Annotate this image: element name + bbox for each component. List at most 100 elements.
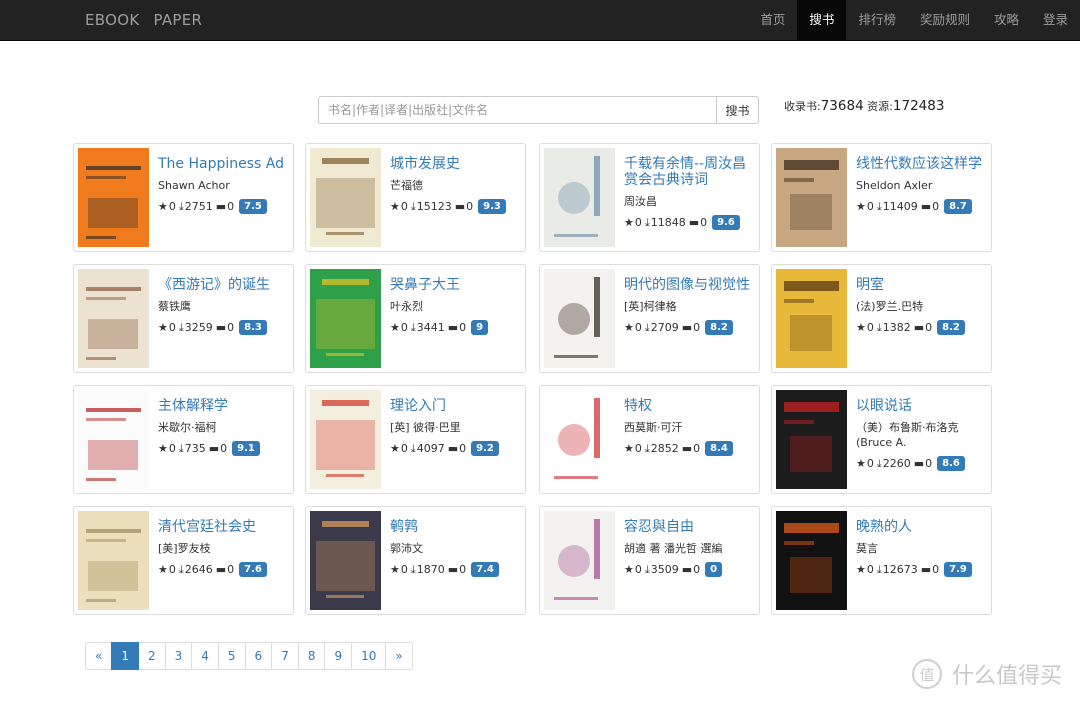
book-card: 千载有余情--周汝昌赏会古典诗词 周汝昌 ★ 0 ⤓ 11848 ▬ 0 9.6 <box>539 143 760 252</box>
page-8[interactable]: 8 <box>297 642 326 670</box>
books-count: 73684 <box>820 98 864 114</box>
page-2[interactable]: 2 <box>137 642 166 670</box>
book-meta: ★ 0 ⤓ 3509 ▬ 0 0 <box>624 562 756 577</box>
book-cover[interactable] <box>776 148 847 247</box>
star-count: 0 <box>634 321 642 334</box>
page-7[interactable]: 7 <box>271 642 299 670</box>
score-badge: 8.4 <box>705 441 733 456</box>
book-cover[interactable] <box>544 148 615 247</box>
book-title-link[interactable]: 城市发展史 <box>390 156 522 172</box>
book-title-link[interactable]: 晚熟的人 <box>856 519 988 535</box>
book-title-link[interactable]: The Happiness Ad <box>158 156 290 172</box>
page-next-button[interactable]: » <box>385 642 413 670</box>
book-meta: ★ 0 ⤓ 3441 ▬ 0 9 <box>390 320 522 335</box>
download-count: 3509 <box>650 563 679 576</box>
watermark-text: 什么值得买 <box>952 664 1063 689</box>
download-icon: ⤓ <box>178 199 184 213</box>
book-author: 胡適 著 潘光哲 選編 <box>624 542 723 555</box>
page-6[interactable]: 6 <box>244 642 273 670</box>
book-cover[interactable] <box>544 390 615 489</box>
download-count: 2260 <box>882 457 911 470</box>
book-title-link[interactable]: 《西游记》的诞生 <box>158 277 290 293</box>
book-cover[interactable] <box>544 269 615 368</box>
book-cover[interactable] <box>310 269 381 368</box>
site-brand[interactable]: EBOOK PAPER <box>85 11 216 29</box>
resources-count: 172483 <box>892 98 945 114</box>
book-info: 明代的图像与视觉性 [英]柯律格 ★ 0 ⤓ 2709 ▬ 0 8.2 <box>624 277 756 335</box>
book-card: 哭鼻子大王 叶永烈 ★ 0 ⤓ 3441 ▬ 0 9 <box>305 264 526 373</box>
book-card: 晚熟的人 莫言 ★ 0 ⤓ 12673 ▬ 0 7.9 <box>771 506 992 615</box>
book-card: 理论入门 [英] 彼得·巴里 ★ 0 ⤓ 4097 ▬ 0 9.2 <box>305 385 526 494</box>
book-cover[interactable] <box>310 390 381 489</box>
book-title-link[interactable]: 线性代数应该这样学 <box>856 156 988 172</box>
nav-item-5[interactable]: 攻略 <box>982 0 1031 41</box>
page-prev-button[interactable]: « <box>85 642 113 670</box>
book-info: 晚熟的人 莫言 ★ 0 ⤓ 12673 ▬ 0 7.9 <box>856 519 988 577</box>
pagination: «1 2 3 4 5 6 7 8 9 10» <box>85 642 413 670</box>
book-title-link[interactable]: 清代宫廷社会史 <box>158 519 290 535</box>
comment-icon: ▬ <box>447 321 459 334</box>
page-3[interactable]: 3 <box>164 642 193 670</box>
nav-item-4[interactable]: 奖励规则 <box>908 0 982 41</box>
book-cover[interactable] <box>78 148 149 247</box>
book-title-link[interactable]: 理论入门 <box>390 398 522 414</box>
search-button[interactable]: 搜书 <box>716 96 759 124</box>
download-count: 15123 <box>416 200 452 213</box>
search-input[interactable] <box>318 96 716 124</box>
score-badge: 7.5 <box>239 199 267 214</box>
book-info: 千载有余情--周汝昌赏会古典诗词 周汝昌 ★ 0 ⤓ 11848 ▬ 0 9.6 <box>624 156 756 230</box>
download-count: 2646 <box>184 563 213 576</box>
book-title-link[interactable]: 明室 <box>856 277 988 293</box>
nav-item-1[interactable]: 首页 <box>748 0 797 41</box>
book-cover[interactable] <box>78 269 149 368</box>
book-meta: ★ 0 ⤓ 11848 ▬ 0 9.6 <box>624 215 756 230</box>
star-icon: ★ <box>624 216 634 229</box>
book-cover[interactable] <box>776 511 847 610</box>
comment-count: 0 <box>700 216 708 229</box>
book-title-link[interactable]: 千载有余情--周汝昌赏会古典诗词 <box>624 156 756 188</box>
book-title-link[interactable]: 以眼说话 <box>856 398 988 414</box>
page-4[interactable]: 4 <box>191 642 219 670</box>
book-cover[interactable] <box>310 148 381 247</box>
book-cover[interactable] <box>544 511 615 610</box>
comment-icon: ▬ <box>215 321 227 334</box>
download-count: 1382 <box>882 321 911 334</box>
star-icon: ★ <box>624 321 634 334</box>
book-meta: ★ 0 ⤓ 1870 ▬ 0 7.4 <box>390 562 522 577</box>
book-title-link[interactable]: 鹌鹑 <box>390 519 522 535</box>
book-cover[interactable] <box>776 269 847 368</box>
score-badge: 8.2 <box>937 320 965 335</box>
page-1[interactable]: 1 <box>111 642 139 670</box>
book-title-link[interactable]: 明代的图像与视觉性 <box>624 277 756 293</box>
page-9[interactable]: 9 <box>324 642 353 670</box>
book-title-link[interactable]: 特权 <box>624 398 756 414</box>
comment-icon: ▬ <box>208 442 220 455</box>
book-cover[interactable] <box>310 511 381 610</box>
book-cover[interactable] <box>776 390 847 489</box>
score-badge: 8.7 <box>944 199 972 214</box>
comment-icon: ▬ <box>920 563 932 576</box>
nav-item-3[interactable]: 排行榜 <box>846 0 908 41</box>
book-title-link[interactable]: 主体解释学 <box>158 398 290 414</box>
nav-item-6[interactable]: 登录 <box>1031 0 1080 41</box>
star-icon: ★ <box>158 200 168 213</box>
star-icon: ★ <box>856 321 866 334</box>
comment-icon: ▬ <box>913 321 925 334</box>
download-count: 2751 <box>184 200 213 213</box>
download-count: 735 <box>184 442 206 455</box>
book-author: 芒福德 <box>390 179 423 192</box>
comment-icon: ▬ <box>447 442 459 455</box>
book-cover[interactable] <box>78 511 149 610</box>
download-count: 11848 <box>650 216 686 229</box>
watermark: 值 什么值得买 <box>912 658 1062 690</box>
comment-count: 0 <box>693 563 701 576</box>
star-count: 0 <box>168 200 176 213</box>
comment-icon: ▬ <box>454 200 466 213</box>
book-meta: ★ 0 ⤓ 2751 ▬ 0 7.5 <box>158 199 290 214</box>
book-title-link[interactable]: 容忍與自由 <box>624 519 756 535</box>
page-5[interactable]: 5 <box>217 642 246 670</box>
page-10[interactable]: 10 <box>351 642 387 670</box>
book-title-link[interactable]: 哭鼻子大王 <box>390 277 522 293</box>
nav-item-2[interactable]: 搜书 <box>797 0 847 41</box>
book-cover[interactable] <box>78 390 149 489</box>
